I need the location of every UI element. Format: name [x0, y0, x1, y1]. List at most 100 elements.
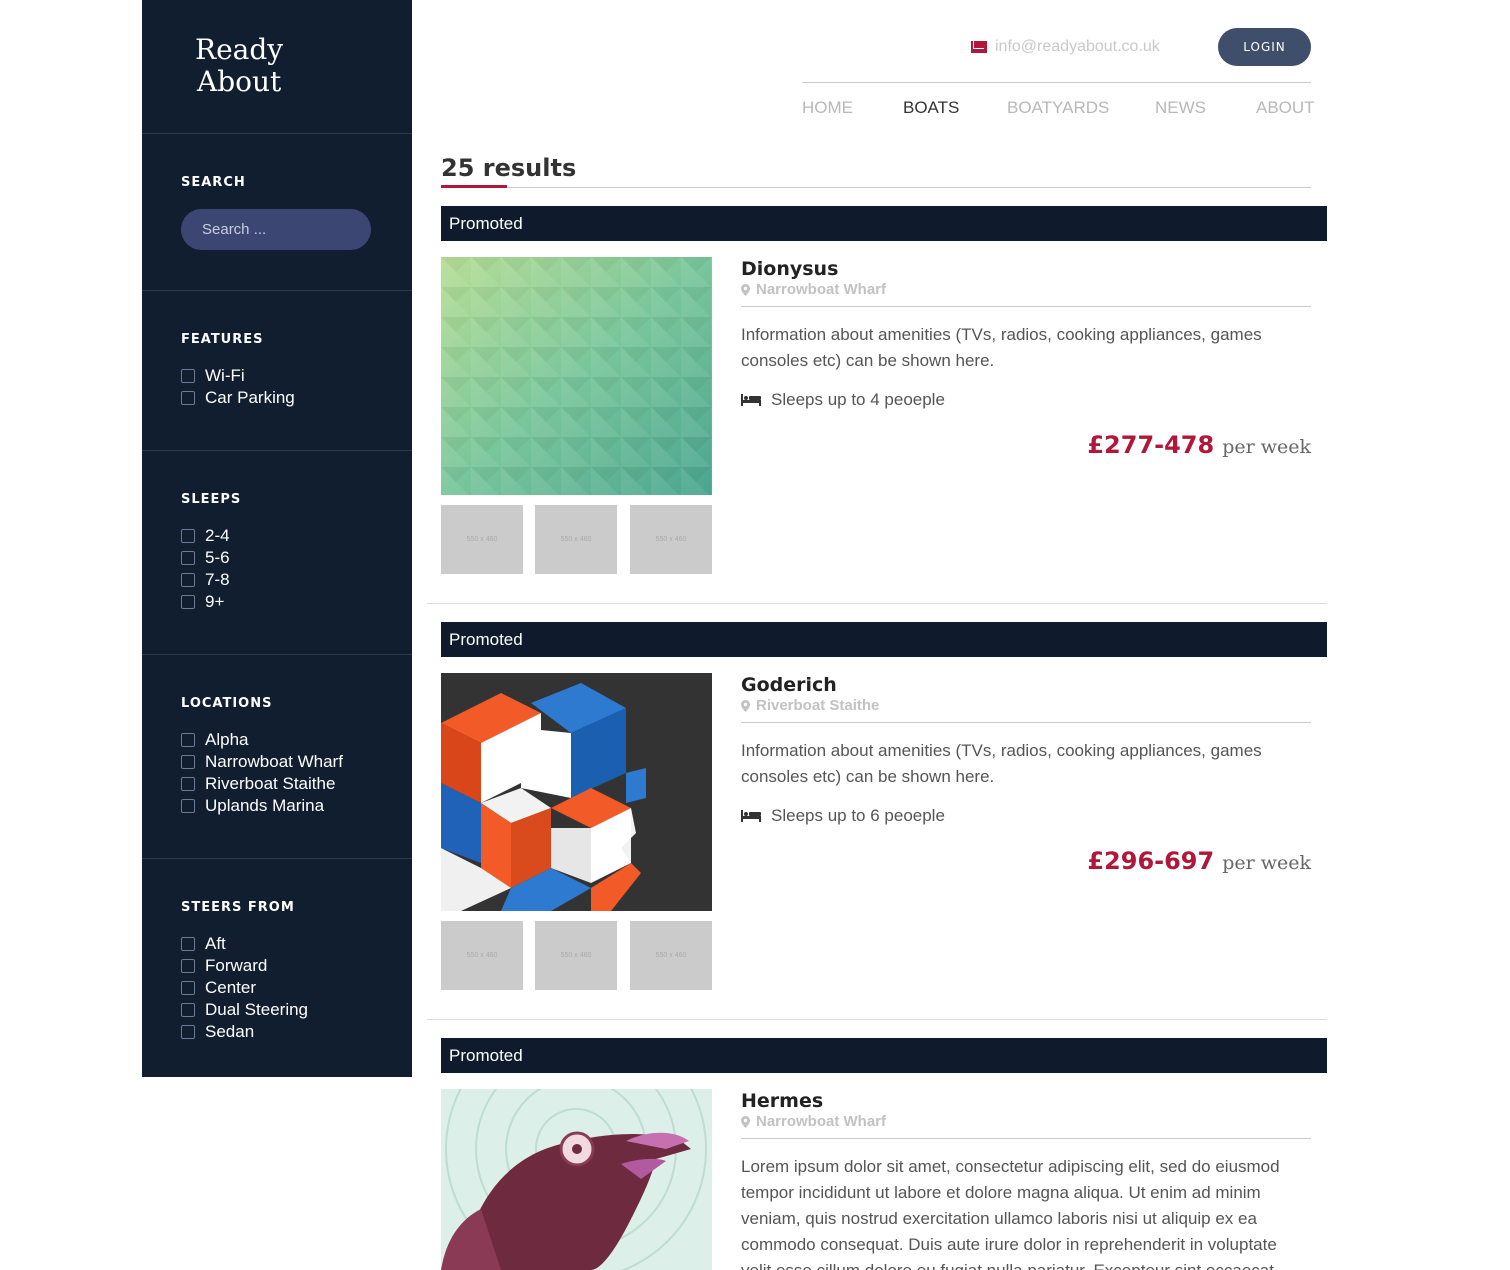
search-title: SEARCH [181, 175, 246, 190]
filter-option-sleeps-5-6[interactable]: 5-6 [181, 547, 412, 569]
price-value: £277-478 [1087, 431, 1215, 459]
checkbox[interactable] [181, 733, 195, 747]
checkbox[interactable] [181, 595, 195, 609]
listing-sleeps: Sleeps up to 4 peoeple [741, 390, 945, 410]
checkbox[interactable] [181, 799, 195, 813]
nav-news[interactable]: NEWS [1155, 98, 1206, 118]
listing-price: £277-478 per week [1087, 431, 1311, 459]
filter-option-sleeps-7-8[interactable]: 7-8 [181, 569, 412, 591]
features-filter: FEATURES Wi-Fi Car Parking [142, 291, 412, 451]
checkbox[interactable] [181, 755, 195, 769]
filter-option-dual-steering[interactable]: Dual Steering [181, 999, 412, 1021]
map-pin-icon [741, 283, 750, 296]
listing-main-image[interactable] [441, 257, 712, 495]
sleeps-filter: SLEEPS 2-4 5-6 7-8 9+ [142, 451, 412, 655]
checkbox[interactable] [181, 937, 195, 951]
search-input[interactable] [181, 209, 371, 250]
results-accent-bar [441, 185, 507, 188]
bed-icon [741, 810, 761, 822]
listing-title[interactable]: Goderich [741, 674, 837, 696]
locations-title: LOCATIONS [181, 696, 273, 711]
listing-card: Promoted 550 x 460 550 x 460 550 x 460 G… [427, 622, 1327, 1022]
listing-thumbnail[interactable]: 550 x 460 [441, 921, 523, 990]
map-pin-icon [741, 1115, 750, 1128]
filter-option-label: Riverboat Staithe [205, 774, 336, 793]
filter-option-sleeps-2-4[interactable]: 2-4 [181, 525, 412, 547]
checkbox[interactable] [181, 573, 195, 587]
listing-main-image[interactable] [441, 673, 712, 911]
filter-option-riverboat-staithe[interactable]: Riverboat Staithe [181, 773, 412, 795]
filter-option-car-parking[interactable]: Car Parking [181, 387, 412, 409]
results-count: 25 results [441, 154, 577, 182]
nav-boats[interactable]: BOATS [903, 98, 959, 118]
listing-card: Promoted Hermes Narrowboat Wharf Lorem i… [427, 1038, 1327, 1270]
listing-description: Information about amenities (TVs, radios… [741, 325, 1262, 370]
filter-option-wifi[interactable]: Wi-Fi [181, 365, 412, 387]
nav-about[interactable]: ABOUT [1256, 98, 1315, 118]
listing-thumbnail[interactable]: 550 x 460 [630, 921, 712, 990]
filter-option-label: Alpha [205, 730, 249, 749]
nav-divider [802, 82, 1311, 83]
checkbox[interactable] [181, 959, 195, 973]
search-section: SEARCH [142, 134, 412, 291]
filter-option-sedan[interactable]: Sedan [181, 1021, 412, 1043]
checkbox[interactable] [181, 369, 195, 383]
checkbox[interactable] [181, 777, 195, 791]
listing-card: Promoted 550 x 460 550 x 460 550 x 460 D… [427, 206, 1327, 606]
listing-thumbnail[interactable]: 550 x 460 [535, 505, 617, 574]
listing-title[interactable]: Hermes [741, 1090, 823, 1112]
filter-option-alpha[interactable]: Alpha [181, 729, 412, 751]
filter-option-uplands-marina[interactable]: Uplands Marina [181, 795, 412, 817]
email-link[interactable]: info@readyabout.co.uk [971, 38, 1160, 56]
nav-boatyards[interactable]: BOATYARDS [1007, 98, 1109, 118]
listing-separator [427, 603, 1327, 604]
filter-option-label: Aft [205, 934, 226, 953]
brand-logo[interactable]: Ready About [142, 0, 412, 134]
filter-option-label: 7-8 [205, 570, 230, 589]
results-divider [441, 187, 1311, 188]
listing-separator [427, 1019, 1327, 1020]
price-value: £296-697 [1087, 847, 1215, 875]
listing-price: £296-697 per week [1087, 847, 1311, 875]
filter-option-forward[interactable]: Forward [181, 955, 412, 977]
filter-option-label: Narrowboat Wharf [205, 752, 343, 771]
listing-sleeps-text: Sleeps up to 4 peoeple [771, 390, 945, 409]
listing-location: Narrowboat Wharf [741, 281, 886, 298]
price-unit: per week [1222, 436, 1311, 458]
checkbox[interactable] [181, 1003, 195, 1017]
listing-thumbnail[interactable]: 550 x 460 [535, 921, 617, 990]
locations-filter: LOCATIONS Alpha Narrowboat Wharf Riverbo… [142, 655, 412, 859]
steers-from-title: STEERS FROM [181, 900, 295, 915]
features-title: FEATURES [181, 332, 264, 347]
login-button[interactable]: LOGIN [1218, 28, 1311, 66]
price-unit: per week [1222, 852, 1311, 874]
checkbox[interactable] [181, 391, 195, 405]
listing-title[interactable]: Dionysus [741, 258, 838, 280]
email-text: info@readyabout.co.uk [995, 38, 1160, 55]
checkbox[interactable] [181, 1025, 195, 1039]
filter-option-narrowboat-wharf[interactable]: Narrowboat Wharf [181, 751, 412, 773]
filter-option-label: Wi-Fi [205, 366, 245, 385]
listing-thumbnail[interactable]: 550 x 460 [441, 505, 523, 574]
filter-option-aft[interactable]: Aft [181, 933, 412, 955]
listing-description: Lorem ipsum dolor sit amet, consectetur … [741, 1157, 1280, 1270]
listing-location-text: Narrowboat Wharf [756, 1113, 887, 1130]
listing-location: Riverboat Staithe [741, 697, 879, 714]
checkbox[interactable] [181, 981, 195, 995]
filter-option-label: 5-6 [205, 548, 230, 567]
listing-thumbnail[interactable]: 550 x 460 [630, 505, 712, 574]
listing-main-image[interactable] [441, 1089, 712, 1270]
map-pin-icon [741, 699, 750, 712]
nav-home[interactable]: HOME [802, 98, 853, 118]
promoted-banner: Promoted [441, 622, 1327, 657]
listing-description: Information about amenities (TVs, radios… [741, 741, 1262, 786]
listing-location-text: Narrowboat Wharf [756, 281, 887, 298]
filter-option-sleeps-9-plus[interactable]: 9+ [181, 591, 412, 613]
checkbox[interactable] [181, 529, 195, 543]
filter-option-label: Center [205, 978, 257, 997]
filter-option-center[interactable]: Center [181, 977, 412, 999]
sidebar: Ready About SEARCH FEATURES Wi-Fi Car Pa… [142, 0, 412, 1077]
checkbox[interactable] [181, 551, 195, 565]
filter-option-label: Car Parking [205, 388, 295, 407]
listing-location: Narrowboat Wharf [741, 1113, 886, 1130]
